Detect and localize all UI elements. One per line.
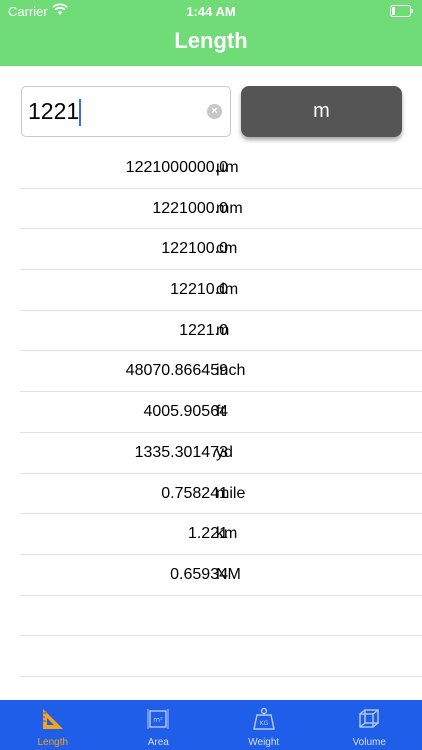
text-caret — [79, 99, 81, 126]
result-row: 48070.866459 inch — [20, 351, 422, 393]
svg-text:m²: m² — [153, 716, 163, 724]
result-unit: yd — [216, 443, 233, 461]
tab-label: Volume — [352, 737, 386, 748]
result-row: 4005.90564 ft — [20, 392, 422, 433]
clear-icon[interactable]: × — [207, 104, 222, 119]
result-unit: m — [216, 321, 230, 339]
battery-icon — [390, 5, 413, 17]
tab-bar: Length m² Area KG Weight Volume — [0, 700, 422, 750]
volume-cube-icon — [359, 709, 379, 728]
tab-weight[interactable]: KG Weight — [211, 700, 317, 750]
tab-area[interactable]: m² Area — [106, 700, 212, 750]
tab-label: Length — [37, 737, 69, 748]
nav-header: Carrier 1:44 AM Length — [0, 0, 422, 66]
result-row: 122100.0 cm — [20, 229, 422, 271]
result-unit: NM — [216, 565, 241, 583]
empty-row — [20, 596, 422, 637]
result-row: 1221.0 m — [20, 311, 422, 352]
result-row: 1221000000.0 µm — [20, 148, 422, 189]
result-value: 1221000000.0 — [125, 159, 228, 176]
result-row: 0.65934 NM — [20, 555, 422, 596]
result-row: 1335.301473 yd — [20, 433, 422, 474]
result-row: 1.221 km — [20, 514, 422, 555]
result-row: 0.758241 mile — [20, 474, 422, 515]
result-unit: km — [216, 525, 238, 543]
tab-label: Area — [147, 737, 169, 748]
tab-length[interactable]: Length — [0, 700, 106, 750]
result-unit: cm — [216, 240, 238, 258]
result-unit: inch — [216, 362, 246, 380]
result-unit: µm — [216, 159, 239, 176]
value-input[interactable] — [28, 87, 203, 136]
result-row: 1221000.0 mm — [20, 189, 422, 230]
weight-icon: KG — [252, 707, 275, 730]
area-icon: m² — [147, 709, 169, 729]
results-list: 1221000000.0 µm 1221000.0 mm 122100.0 cm 12210… — [0, 148, 422, 677]
tab-volume[interactable]: Volume — [317, 700, 422, 750]
result-value: 48070.866459 — [125, 362, 228, 380]
result-unit: dm — [216, 281, 239, 299]
empty-row — [20, 636, 422, 677]
result-unit: mm — [216, 199, 243, 217]
result-unit: ft — [216, 403, 225, 421]
page-title: Length — [174, 28, 248, 53]
ruler-triangle-icon — [42, 709, 63, 729]
tab-label: Weight — [248, 737, 280, 748]
result-unit: mile — [216, 484, 246, 502]
result-value: 1335.301473 — [134, 443, 228, 461]
result-row: 12210.0 dm — [20, 270, 422, 311]
unit-select-button[interactable]: m — [241, 86, 402, 137]
status-bar: Carrier 1:44 AM — [0, 0, 422, 22]
clock: 1:44 AM — [186, 4, 236, 19]
svg-text:KG: KG — [259, 720, 268, 727]
value-input-field[interactable]: × — [21, 86, 231, 137]
